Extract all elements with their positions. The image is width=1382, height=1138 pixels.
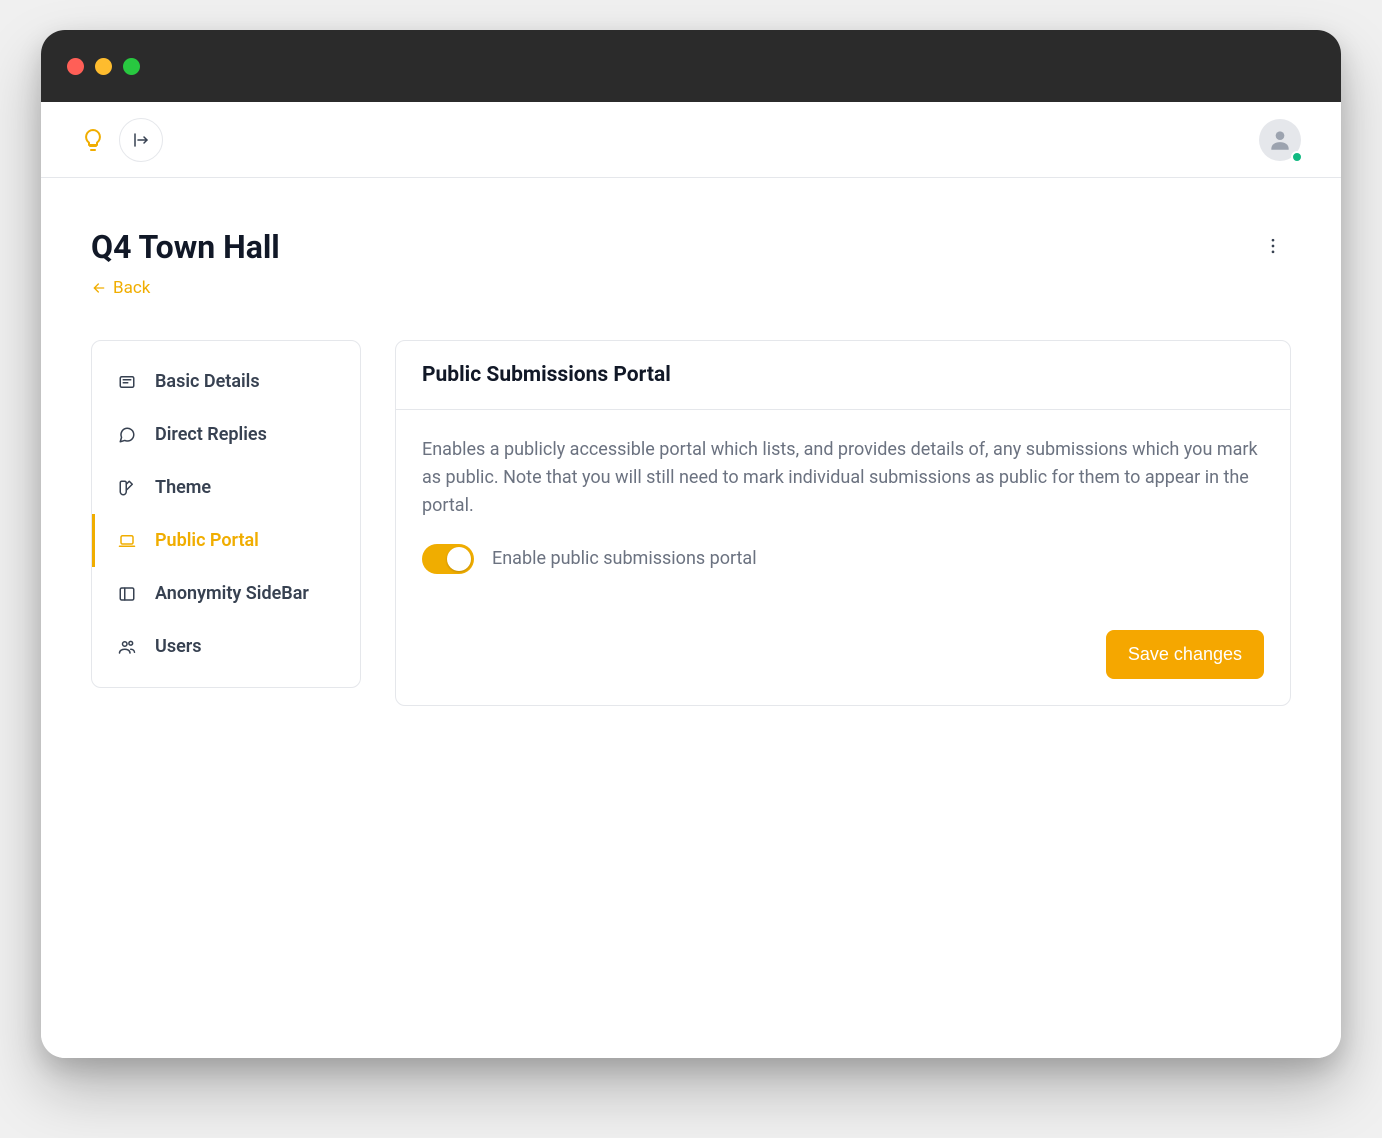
lightbulb-icon — [81, 128, 105, 152]
sidebar-item-public-portal[interactable]: Public Portal — [92, 514, 360, 567]
sidebar-item-label: Public Portal — [155, 530, 259, 551]
panel-icon — [117, 585, 137, 603]
chat-icon — [117, 426, 137, 444]
close-window-button[interactable] — [67, 58, 84, 75]
settings-sidebar: Basic Details Direct Replies Theme — [91, 340, 361, 688]
minimize-window-button[interactable] — [95, 58, 112, 75]
expand-icon — [132, 131, 150, 149]
kebab-icon — [1263, 236, 1283, 256]
laptop-icon — [117, 532, 137, 550]
sidebar-item-label: Direct Replies — [155, 424, 267, 445]
sidebar-item-label: Basic Details — [155, 371, 260, 392]
panel-title: Public Submissions Portal — [422, 363, 1264, 387]
presence-indicator — [1291, 151, 1303, 163]
page-title: Q4 Town Hall — [91, 228, 280, 266]
users-icon — [117, 638, 137, 656]
maximize-window-button[interactable] — [123, 58, 140, 75]
toggle-label: Enable public submissions portal — [492, 548, 757, 569]
top-nav-left — [81, 118, 163, 162]
panel-header: Public Submissions Portal — [396, 341, 1290, 410]
panel-body: Enables a publicly accessible portal whi… — [396, 410, 1290, 630]
save-button[interactable]: Save changes — [1106, 630, 1264, 679]
swatch-icon — [117, 479, 137, 497]
enable-portal-toggle[interactable] — [422, 544, 474, 574]
sidebar-item-direct-replies[interactable]: Direct Replies — [92, 408, 360, 461]
sidebar-item-label: Theme — [155, 477, 211, 498]
settings-panel: Public Submissions Portal Enables a publ… — [395, 340, 1291, 706]
back-link[interactable]: Back — [91, 278, 150, 298]
app-window: Q4 Town Hall Back — [41, 30, 1341, 1058]
sidebar-item-label: Anonymity SideBar — [155, 583, 309, 604]
panel-footer: Save changes — [396, 630, 1290, 705]
user-menu[interactable] — [1259, 119, 1301, 161]
panel-description: Enables a publicly accessible portal whi… — [422, 436, 1264, 520]
sidebar-item-theme[interactable]: Theme — [92, 461, 360, 514]
sidebar-item-label: Users — [155, 636, 202, 657]
arrow-left-icon — [91, 280, 107, 296]
sidebar-item-users[interactable]: Users — [92, 620, 360, 673]
titlebar — [41, 30, 1341, 102]
sidebar-item-basic-details[interactable]: Basic Details — [92, 355, 360, 408]
more-options-button[interactable] — [1255, 228, 1291, 264]
expand-sidebar-button[interactable] — [119, 118, 163, 162]
content-row: Basic Details Direct Replies Theme — [91, 340, 1291, 706]
sidebar-item-anonymity-sidebar[interactable]: Anonymity SideBar — [92, 567, 360, 620]
top-nav — [41, 102, 1341, 178]
page-header: Q4 Town Hall Back — [91, 228, 1291, 300]
toggle-row: Enable public submissions portal — [422, 544, 1264, 574]
page-content: Q4 Town Hall Back — [41, 178, 1341, 1058]
toggle-knob — [447, 547, 471, 571]
list-icon — [117, 373, 137, 391]
back-label: Back — [113, 278, 150, 298]
window-controls — [67, 58, 140, 75]
